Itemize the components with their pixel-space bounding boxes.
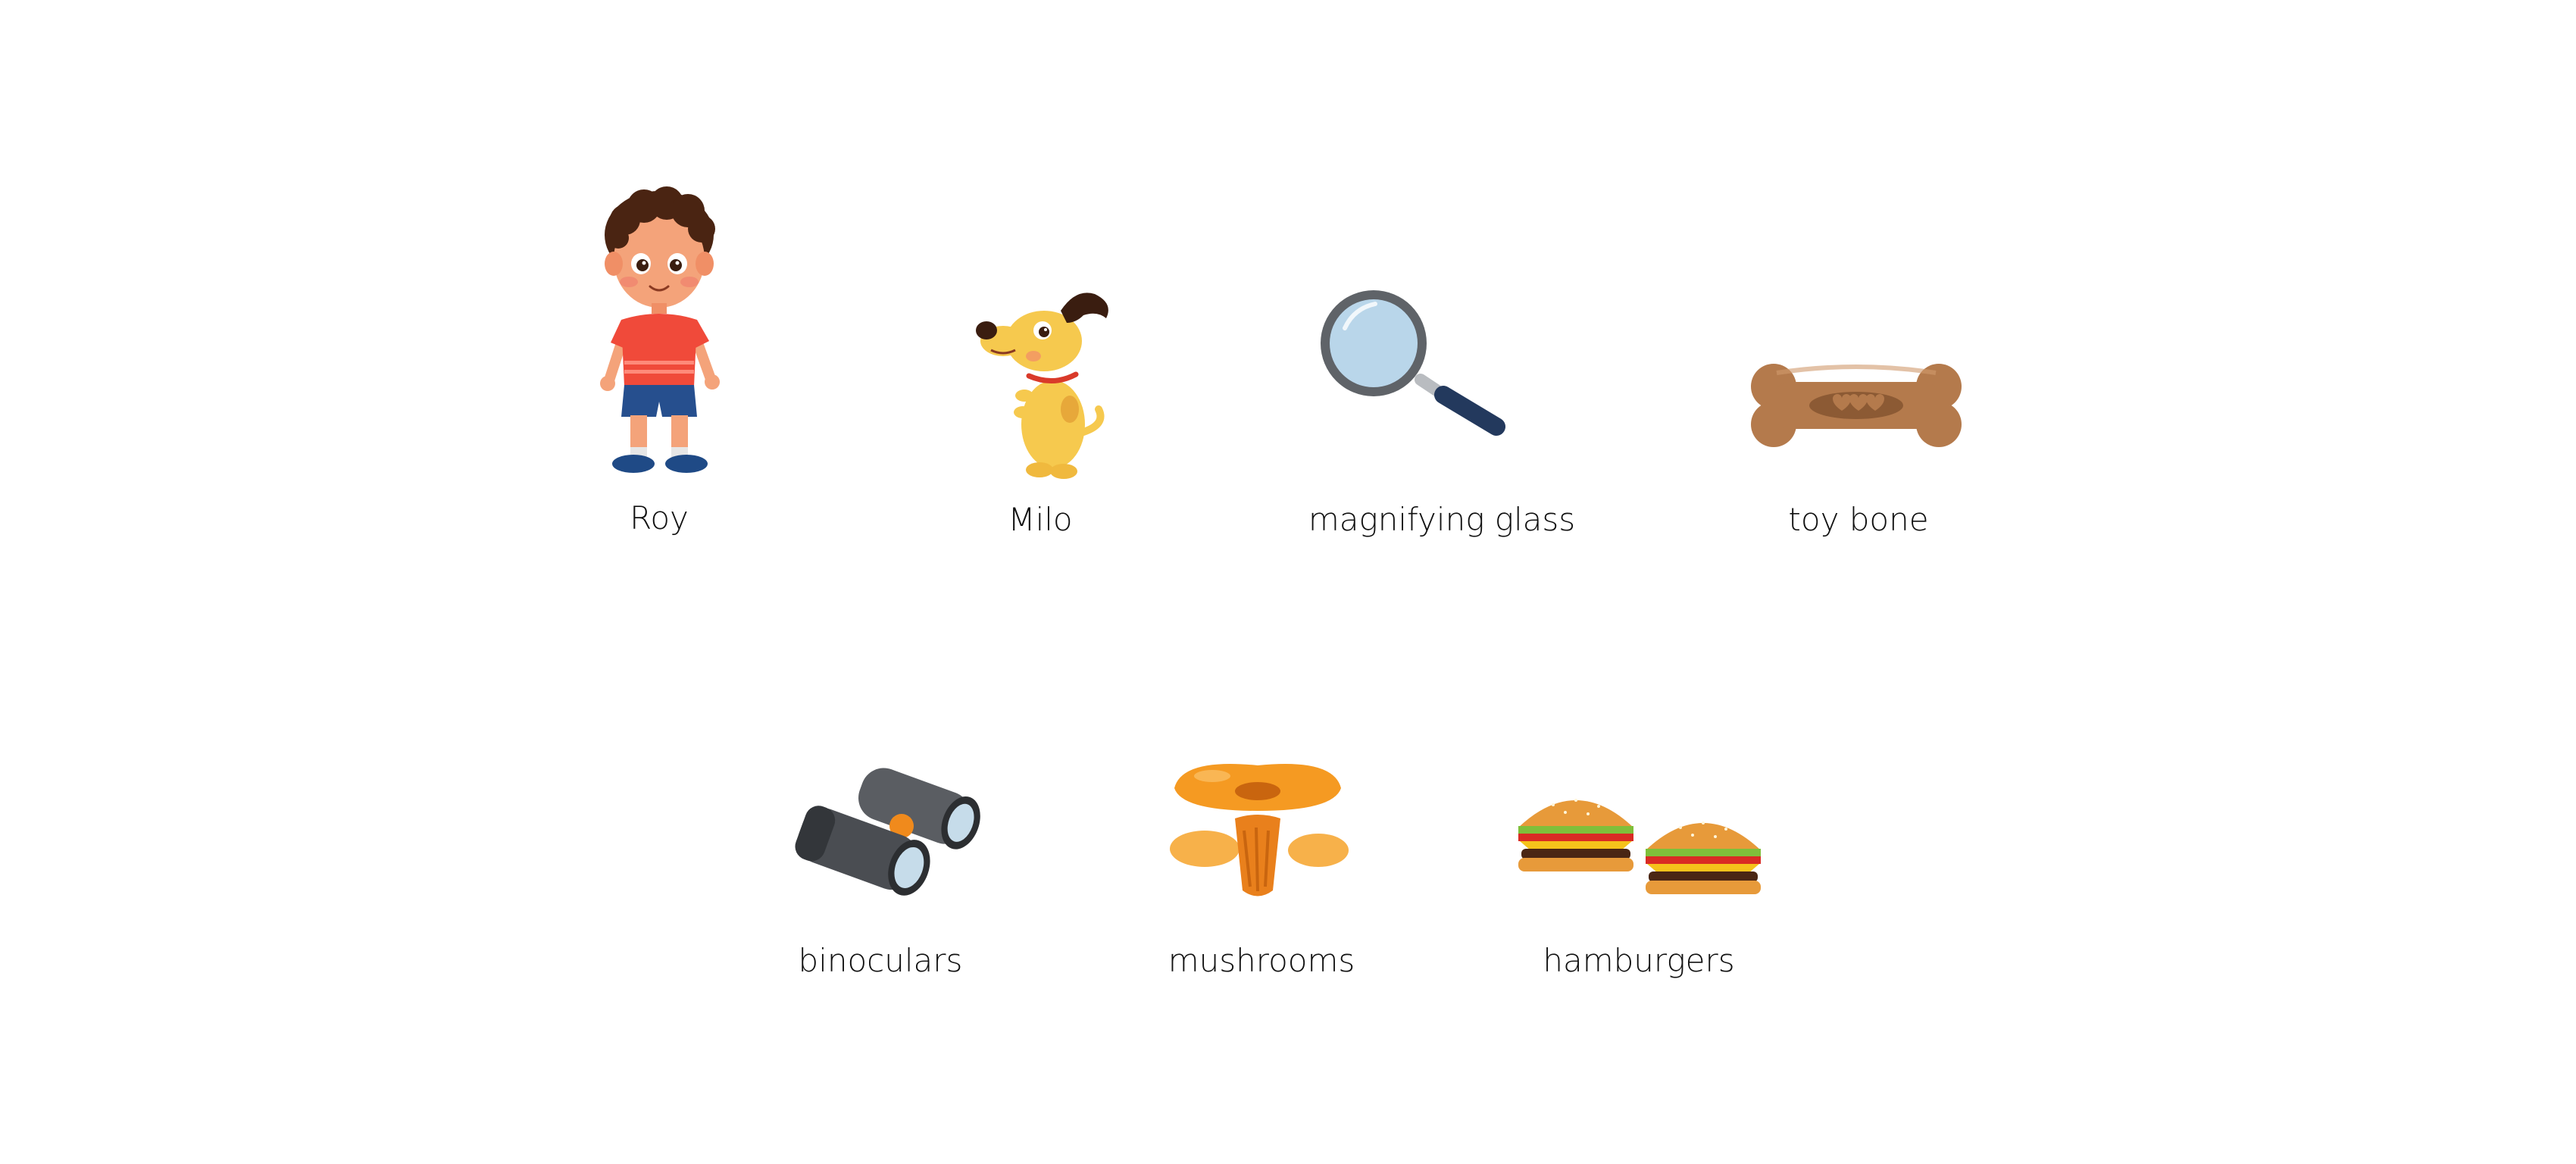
picture-card-grid: Roy Milo magnifying glass toy bone binoc… [0, 0, 2576, 1164]
item-label: Milo [1008, 501, 1073, 538]
item-label: magnifying glass [1308, 501, 1576, 538]
binoculars-icon [795, 768, 980, 896]
item-label: mushrooms [1168, 942, 1355, 979]
hamburgers-icon [1518, 799, 1761, 894]
boy-icon [600, 186, 720, 473]
toy-bone-icon [1751, 364, 1962, 447]
item-label: hamburgers [1543, 942, 1735, 979]
item-label: Roy [630, 499, 689, 537]
item-label: binoculars [798, 942, 963, 979]
item-label: toy bone [1788, 501, 1929, 538]
magnifying-glass-icon [1321, 290, 1505, 436]
mushrooms-icon [1170, 764, 1349, 896]
dog-icon [976, 293, 1108, 479]
